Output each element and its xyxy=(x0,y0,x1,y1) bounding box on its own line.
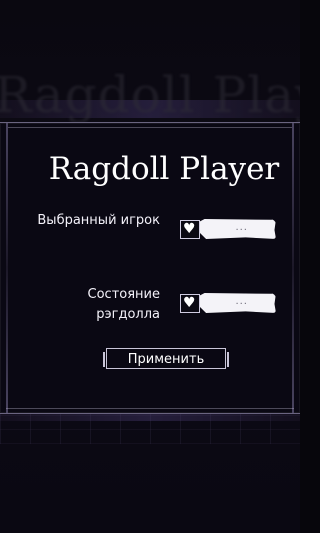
dropdown-value: ... xyxy=(235,296,248,307)
heart-icon: ♥ xyxy=(183,295,196,311)
selected-player-selector[interactable]: ♥ ... xyxy=(180,219,276,239)
selected-player-heart-button[interactable]: ♥ xyxy=(180,220,200,239)
ragdoll-state-heart-button[interactable]: ♥ xyxy=(180,294,200,313)
selected-player-row: Выбранный игрок ♥ ... xyxy=(0,209,300,255)
ragdoll-state-label: Состояние рэгдолла xyxy=(87,287,160,322)
ragdoll-state-row: Состояние рэгдолла ♥ ... xyxy=(0,283,300,329)
game-screen: Ragdoll Player Ragdoll Player Выбранный … xyxy=(0,0,300,533)
selected-player-label: Выбранный игрок xyxy=(37,213,160,228)
dialog-title: Ragdoll Player xyxy=(48,151,280,187)
ragdoll-state-dropdown[interactable]: ... xyxy=(200,293,276,313)
ragdoll-state-selector[interactable]: ♥ ... xyxy=(180,293,276,313)
dropdown-value: ... xyxy=(235,222,248,233)
selected-player-dropdown[interactable]: ... xyxy=(200,219,276,239)
background-title: Ragdoll Player xyxy=(0,66,300,124)
ragdoll-player-dialog: Ragdoll Player Выбранный игрок ♥ ... Сос… xyxy=(0,122,300,414)
heart-icon: ♥ xyxy=(183,221,196,237)
apply-button[interactable]: Применить xyxy=(103,348,229,369)
